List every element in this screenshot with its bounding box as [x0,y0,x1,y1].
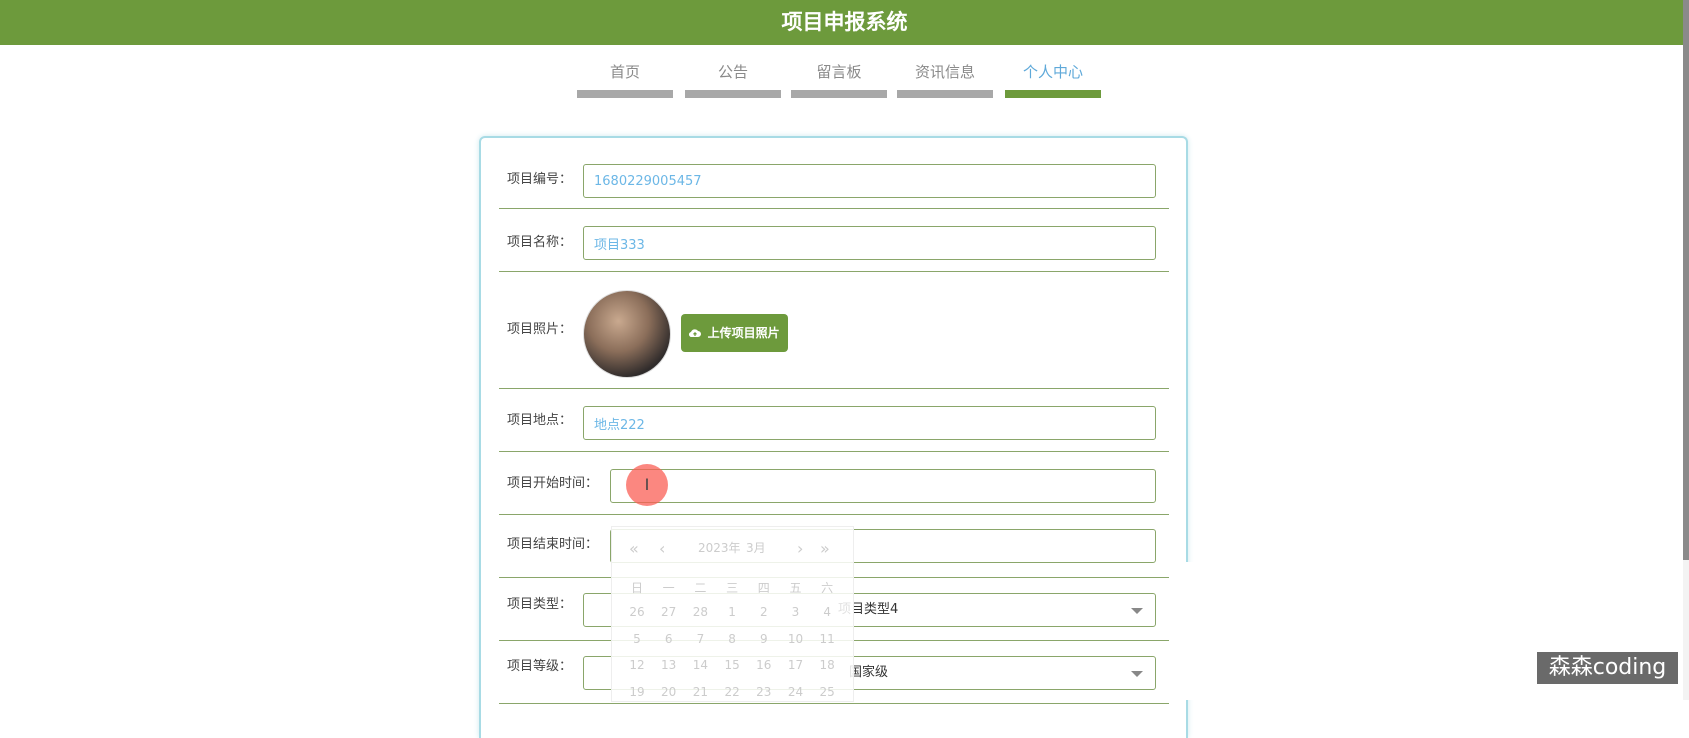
date-cell[interactable]: 2 [749,605,779,619]
nav-item-underline [685,90,781,98]
date-cell[interactable]: 27 [654,605,684,619]
project-type-label: 项目类型： [507,597,573,612]
project-name-input[interactable] [583,226,1156,260]
nav-item-home[interactable]: 首页 [577,60,673,100]
text-cursor-icon: I [644,475,650,494]
next-month-icon[interactable]: › [797,539,803,558]
nav-item-label: 公告 [717,63,748,81]
date-cell[interactable]: 14 [685,658,715,672]
date-picker-month[interactable]: 3月 [746,539,766,556]
next-year-icon[interactable]: » [820,539,830,558]
upload-photo-label: 上传项目照片 [707,326,780,340]
nav-item-label: 资讯信息 [914,63,975,81]
date-cell[interactable]: 10 [781,632,811,646]
watermark-text: 森森coding [1548,655,1667,680]
date-cell[interactable]: 12 [622,658,652,672]
nav-item-underline [577,90,673,98]
form-row-project-location: 项目地点： [499,389,1169,452]
project-name-label: 项目名称： [507,235,573,250]
date-cell[interactable]: 6 [654,632,684,646]
mouse-cursor-indicator: I [626,464,668,506]
nav-item-label: 首页 [609,63,640,81]
date-cell[interactable]: 16 [749,658,779,672]
project-photo-thumbnail [583,290,671,378]
nav-item-label: 留言板 [816,63,862,81]
date-picker-year[interactable]: 2023年 [698,539,741,556]
project-location-input[interactable] [583,406,1156,440]
project-photo-label: 项目照片： [507,322,573,337]
project-no-input[interactable] [583,164,1156,198]
date-cell[interactable]: 19 [622,685,652,699]
project-level-label: 项目等级： [507,659,573,674]
date-picker-popup: « ‹ 2023年 3月 › » 日一二三四五六 26 27 28 1 2 3 4 5 6 7 8 9 1… [611,526,854,702]
start-time-label: 项目开始时间： [507,476,599,491]
date-cell[interactable]: 24 [781,685,811,699]
main-nav: 首页 公告 留言板 资讯信息 个人中心 [0,60,1689,105]
form-row-start-time: 项目开始时间： [499,452,1169,515]
end-time-label: 项目结束时间： [507,537,599,552]
date-cell[interactable]: 9 [749,632,779,646]
weekday-header: 五 [789,581,802,595]
date-cell[interactable]: 20 [654,685,684,699]
project-level-value: 国家级 [849,665,889,680]
form-row-project-name: 项目名称： [499,209,1169,272]
date-cell[interactable]: 22 [717,685,747,699]
scrollbar-thumb[interactable] [1683,0,1689,560]
nav-item-news[interactable]: 资讯信息 [897,60,993,100]
date-cell[interactable]: 4 [812,605,842,619]
date-cell[interactable]: 18 [812,658,842,672]
app-title: 项目申报系统 [781,10,908,34]
page-scrollbar[interactable] [1683,0,1689,700]
upload-photo-button[interactable]: 上传项目照片 [681,314,788,352]
watermark: 森森coding [1537,652,1678,684]
start-time-input[interactable] [610,469,1156,503]
date-cell[interactable]: 26 [622,605,652,619]
date-cell[interactable]: 28 [685,605,715,619]
prev-year-icon[interactable]: « [629,539,639,558]
date-cell[interactable]: 23 [749,685,779,699]
date-cell[interactable]: 5 [622,632,652,646]
nav-item-underline [1005,90,1101,98]
form-row-project-no: 项目编号： [499,138,1169,209]
date-cell[interactable]: 3 [781,605,811,619]
date-cell[interactable]: 11 [812,632,842,646]
chevron-down-icon [1131,671,1143,677]
date-cell[interactable]: 25 [812,685,842,699]
weekday-header: 日 [630,581,643,595]
weekday-header: 二 [694,581,707,595]
prev-month-icon[interactable]: ‹ [659,539,665,558]
weekday-header: 六 [821,581,834,595]
cloud-upload-icon [689,329,702,338]
project-location-label: 项目地点： [507,413,573,428]
chevron-down-icon [1131,608,1143,614]
date-cell[interactable]: 8 [717,632,747,646]
nav-item-label: 个人中心 [1022,63,1083,81]
app-header: 项目申报系统 [0,0,1689,45]
form-row-project-photo: 项目照片： 上传项目照片 [499,272,1169,389]
nav-item-message-board[interactable]: 留言板 [791,60,887,100]
date-cell[interactable]: 15 [717,658,747,672]
project-no-label: 项目编号： [507,172,573,187]
date-cell[interactable]: 21 [685,685,715,699]
nav-item-personal-center[interactable]: 个人中心 [1005,60,1101,100]
weekday-header: 四 [757,581,770,595]
nav-item-underline [897,90,993,98]
date-cell[interactable]: 17 [781,658,811,672]
nav-item-announcement[interactable]: 公告 [685,60,781,100]
date-cell[interactable]: 7 [685,632,715,646]
weekday-header: 三 [726,581,739,595]
date-cell[interactable]: 1 [717,605,747,619]
date-picker-header: « ‹ 2023年 3月 › » [612,539,853,559]
date-cell[interactable]: 13 [654,658,684,672]
nav-item-underline [791,90,887,98]
weekday-header: 一 [662,581,675,595]
